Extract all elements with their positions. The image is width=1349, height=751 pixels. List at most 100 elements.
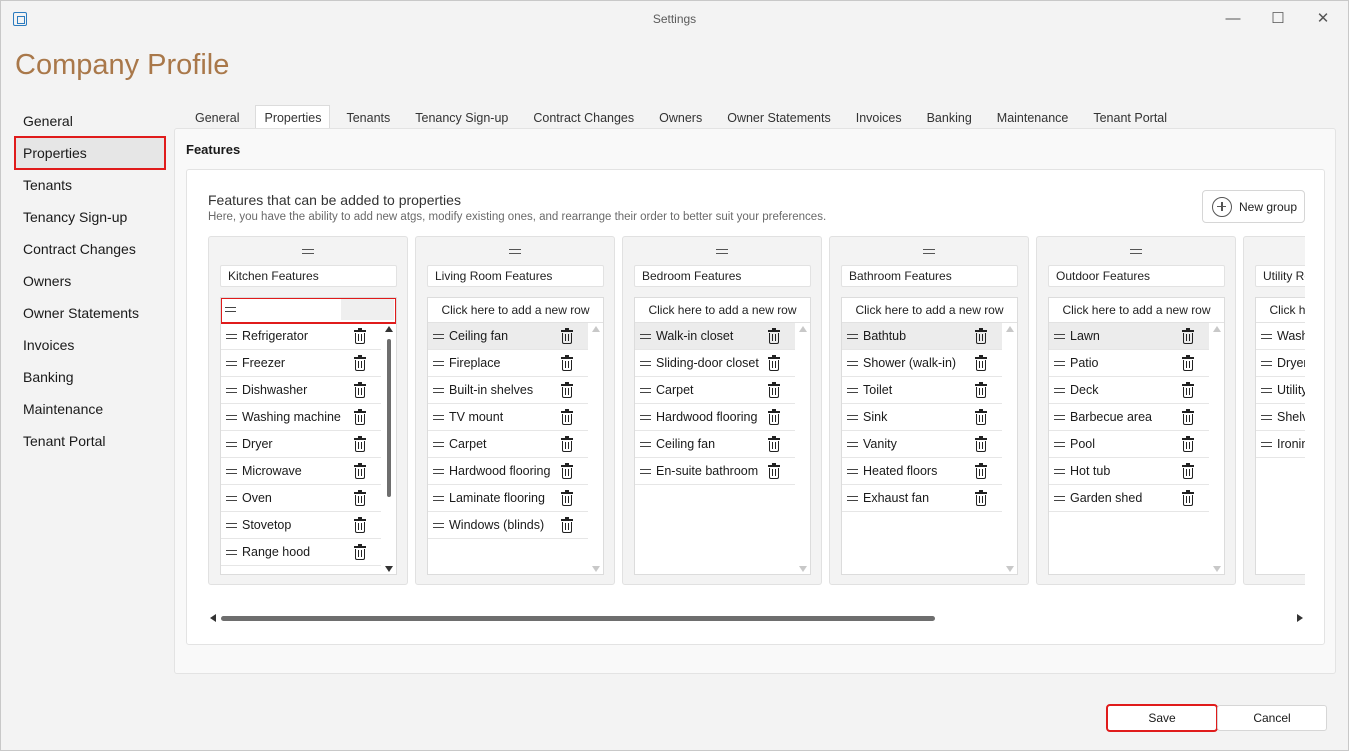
list-item[interactable]: Fireplace [428, 350, 588, 377]
vertical-scrollbar[interactable] [590, 324, 602, 574]
vertical-scrollbar[interactable] [1211, 324, 1223, 574]
list-item[interactable]: Freezer [221, 350, 381, 377]
group-name-field[interactable]: Kitchen Features [220, 265, 397, 287]
vertical-scrollbar[interactable] [797, 324, 809, 574]
horizontal-scroll-thumb[interactable] [221, 616, 935, 621]
group-name-field[interactable]: Bedroom Features [634, 265, 811, 287]
drag-handle-icon[interactable] [433, 334, 444, 339]
drag-handle-icon[interactable] [226, 442, 237, 447]
trash-icon[interactable] [354, 490, 366, 506]
drag-handle-icon[interactable] [226, 550, 237, 555]
vertical-scrollbar[interactable] [383, 324, 395, 574]
trash-icon[interactable] [975, 463, 987, 479]
trash-icon[interactable] [354, 355, 366, 371]
drag-handle-icon[interactable] [226, 334, 237, 339]
sidebar-item-owners[interactable]: Owners [15, 265, 165, 297]
drag-handle-icon[interactable] [847, 442, 858, 447]
trash-icon[interactable] [1182, 382, 1194, 398]
trash-icon[interactable] [1182, 436, 1194, 452]
list-item[interactable]: Barbecue area [1049, 404, 1209, 431]
list-item[interactable]: Dryer [221, 431, 381, 458]
list-item[interactable]: Stovetop [221, 512, 381, 539]
new-group-button[interactable]: New group [1202, 190, 1305, 223]
list-item[interactable]: Dryer [1256, 350, 1305, 377]
add-row-field[interactable]: Click here to add a new row [428, 298, 603, 323]
tab-tenant-portal[interactable]: Tenant Portal [1084, 105, 1176, 129]
list-item[interactable]: Walk-in closet [635, 323, 795, 350]
drag-handle-icon[interactable] [1054, 388, 1065, 393]
tab-tenancy-sign-up[interactable]: Tenancy Sign-up [406, 105, 517, 129]
list-item[interactable]: Carpet [635, 377, 795, 404]
scroll-down-arrow-icon[interactable] [385, 566, 393, 572]
vertical-scrollbar[interactable] [1004, 324, 1016, 574]
maximize-button[interactable]: ☐ [1261, 7, 1295, 31]
list-item[interactable]: Lawn [1049, 323, 1209, 350]
tab-owners[interactable]: Owners [650, 105, 711, 129]
new-row-input[interactable] [341, 299, 394, 320]
tab-owner-statements[interactable]: Owner Statements [718, 105, 840, 129]
drag-handle-icon[interactable] [433, 469, 444, 474]
group-name-field[interactable]: Living Room Features [427, 265, 604, 287]
list-item[interactable]: Washer [1256, 323, 1305, 350]
drag-handle-icon[interactable] [433, 361, 444, 366]
scroll-down-arrow-icon[interactable] [1213, 566, 1221, 572]
save-button[interactable]: Save [1106, 704, 1218, 732]
list-item[interactable]: Refrigerator [221, 323, 381, 350]
drag-handle-icon[interactable] [433, 415, 444, 420]
list-item[interactable]: Pool [1049, 431, 1209, 458]
drag-handle-icon[interactable] [716, 249, 728, 254]
trash-icon[interactable] [561, 463, 573, 479]
trash-icon[interactable] [768, 409, 780, 425]
add-row-field[interactable]: Click here to add a new row [1049, 298, 1224, 323]
trash-icon[interactable] [1182, 463, 1194, 479]
tab-tenants[interactable]: Tenants [337, 105, 399, 129]
list-item[interactable]: Ironing board [1256, 431, 1305, 458]
trash-icon[interactable] [975, 382, 987, 398]
drag-handle-icon[interactable] [847, 388, 858, 393]
drag-handle-icon[interactable] [226, 415, 237, 420]
sidebar-item-contract-changes[interactable]: Contract Changes [15, 233, 165, 265]
list-item[interactable]: Ceiling fan [635, 431, 795, 458]
drag-handle-icon[interactable] [433, 496, 444, 501]
drag-handle-icon[interactable] [640, 361, 651, 366]
drag-handle-icon[interactable] [433, 442, 444, 447]
drag-handle-icon[interactable] [640, 469, 651, 474]
scroll-right-arrow-icon[interactable] [1297, 614, 1303, 622]
list-item[interactable]: En-suite bathroom [635, 458, 795, 485]
drag-handle-icon[interactable] [1054, 442, 1065, 447]
add-row-field[interactable]: Click here to add a new row [1256, 298, 1305, 323]
list-item[interactable]: Built-in shelves [428, 377, 588, 404]
sidebar-item-general[interactable]: General [15, 105, 165, 137]
drag-handle-icon[interactable] [226, 469, 237, 474]
drag-handle-icon[interactable] [433, 523, 444, 528]
list-item[interactable]: Carpet [428, 431, 588, 458]
trash-icon[interactable] [561, 355, 573, 371]
trash-icon[interactable] [354, 436, 366, 452]
scroll-left-arrow-icon[interactable] [210, 614, 216, 622]
vertical-scroll-thumb[interactable] [387, 339, 391, 497]
trash-icon[interactable] [354, 463, 366, 479]
list-item[interactable]: Microwave [221, 458, 381, 485]
drag-handle-icon[interactable] [640, 388, 651, 393]
sidebar-item-tenant-portal[interactable]: Tenant Portal [15, 425, 165, 457]
list-item[interactable]: Oven [221, 485, 381, 512]
tab-general[interactable]: General [186, 105, 248, 129]
drag-handle-icon[interactable] [226, 496, 237, 501]
sidebar-item-tenancy-sign-up[interactable]: Tenancy Sign-up [15, 201, 165, 233]
list-item[interactable]: Heated floors [842, 458, 1002, 485]
list-item[interactable]: Sliding-door closet [635, 350, 795, 377]
list-item[interactable]: Bathtub [842, 323, 1002, 350]
trash-icon[interactable] [561, 328, 573, 344]
trash-icon[interactable] [975, 490, 987, 506]
trash-icon[interactable] [354, 517, 366, 533]
list-item[interactable]: Washing machine [221, 404, 381, 431]
list-item[interactable]: Garden shed [1049, 485, 1209, 512]
drag-handle-icon[interactable] [1261, 334, 1272, 339]
scroll-down-arrow-icon[interactable] [1006, 566, 1014, 572]
tab-contract-changes[interactable]: Contract Changes [524, 105, 643, 129]
tab-banking[interactable]: Banking [918, 105, 981, 129]
drag-handle-icon[interactable] [1130, 249, 1142, 254]
add-row-field[interactable] [221, 298, 396, 324]
list-item[interactable]: Range hood [221, 539, 381, 566]
trash-icon[interactable] [561, 409, 573, 425]
